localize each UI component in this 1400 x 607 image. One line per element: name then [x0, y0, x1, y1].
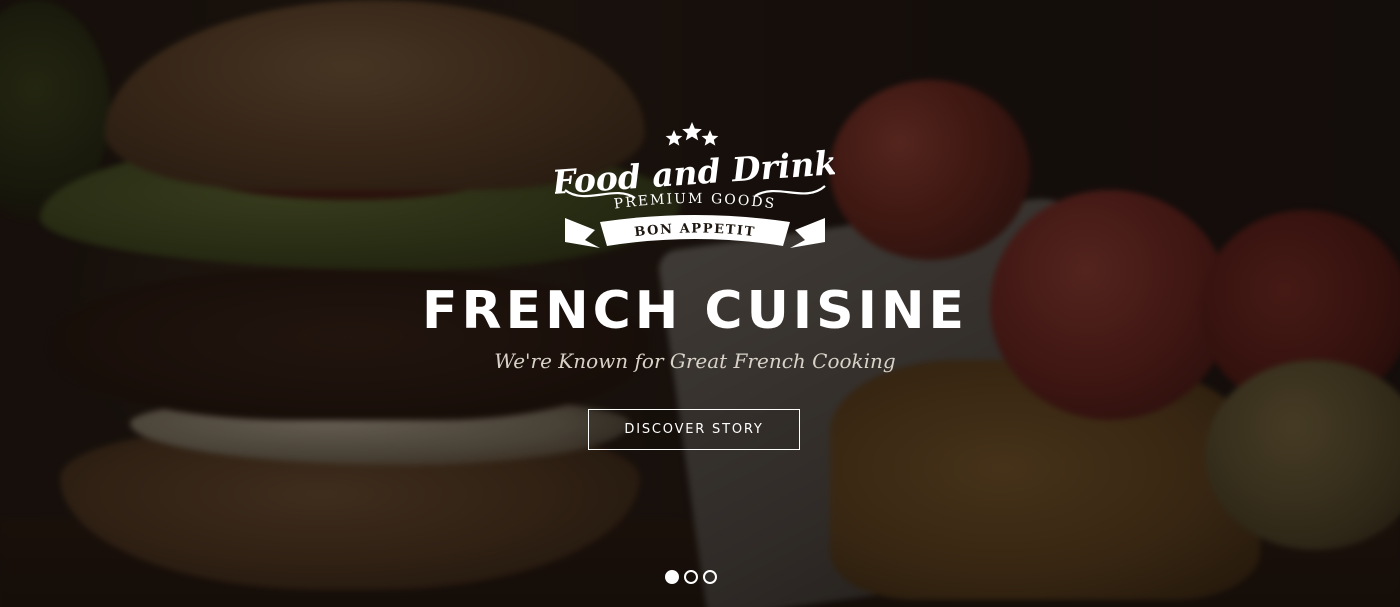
hero-content: Food and Drink PREMIUM GOODS BON APPETIT… [0, 0, 1400, 607]
slider-dot-2[interactable] [684, 570, 698, 584]
logo-arc-text: PREMIUM GOODS [613, 191, 777, 213]
logo-stars-icon [665, 122, 719, 146]
slider-dot-3[interactable] [703, 570, 717, 584]
slider-dot-1[interactable] [665, 570, 679, 584]
brand-logo-graphic: Food and Drink PREMIUM GOODS BON APPETIT [555, 122, 835, 248]
hero-slider: Food and Drink PREMIUM GOODS BON APPETIT… [0, 0, 1400, 607]
logo-swash-right [754, 185, 826, 197]
discover-story-button[interactable]: DISCOVER STORY [588, 409, 800, 450]
brand-logo[interactable]: Food and Drink PREMIUM GOODS BON APPETIT [555, 118, 835, 263]
slider-pagination [665, 570, 717, 588]
hero-tagline: We're Known for Great French Cooking [494, 349, 896, 373]
hero-headline: FRENCH CUISINE [422, 281, 968, 341]
